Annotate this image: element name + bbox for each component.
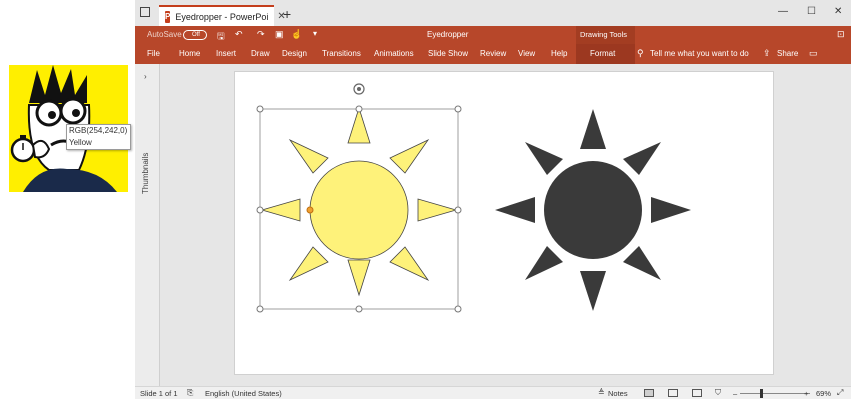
zoom-in-icon[interactable]: + bbox=[804, 389, 808, 398]
powerpoint-logo-icon: P bbox=[165, 10, 171, 23]
yellow-sun-shape[interactable] bbox=[260, 106, 458, 297]
tab-slide-show[interactable]: Slide Show bbox=[428, 49, 468, 58]
autosave-state: Off bbox=[192, 32, 200, 38]
expand-thumbnails-icon[interactable]: › bbox=[144, 72, 147, 81]
tab-review[interactable]: Review bbox=[480, 49, 506, 58]
color-tooltip: RGB(254,242,0) Yellow bbox=[66, 124, 131, 150]
share-icon[interactable]: ⇪ bbox=[763, 48, 771, 59]
powerpoint-window: P Eyedropper - PowerPoi ✕ + — ☐ ✕ AutoSa… bbox=[135, 0, 851, 399]
save-icon[interactable]: 🖫 bbox=[217, 29, 225, 45]
thumbnail-pane[interactable]: › Thumbnails bbox=[135, 64, 160, 386]
ribbon-tabs: File Home Insert Draw Design Transitions… bbox=[135, 44, 851, 64]
quick-access-bar: AutoSave Off 🖫 ↶ ↷ ▣ ☝ ▾ Eyedropper Draw… bbox=[135, 26, 851, 64]
zoom-slider-thumb[interactable] bbox=[760, 389, 763, 398]
slideshow-icon[interactable]: ⛉ bbox=[715, 388, 721, 398]
tab-home[interactable]: Home bbox=[179, 49, 200, 58]
left-background bbox=[0, 0, 135, 399]
share-button[interactable]: Share bbox=[777, 49, 798, 58]
document-title: Eyedropper bbox=[427, 30, 469, 39]
slide-sorter-icon[interactable] bbox=[668, 389, 678, 397]
drawing-tools-label: Drawing Tools bbox=[580, 30, 627, 39]
tab-animations[interactable]: Animations bbox=[374, 49, 414, 58]
notes-icon[interactable]: ≜ bbox=[598, 388, 605, 397]
document-tab[interactable]: P Eyedropper - PowerPoi ✕ bbox=[159, 5, 286, 26]
autosave-label: AutoSave bbox=[147, 30, 182, 39]
tooltip-rgb: RGB(254,242,0) bbox=[69, 126, 128, 135]
tab-file[interactable]: File bbox=[147, 49, 160, 58]
tab-draw[interactable]: Draw bbox=[251, 49, 270, 58]
zoom-slider[interactable] bbox=[740, 393, 810, 394]
tooltip-color-name: Yellow bbox=[69, 138, 92, 147]
tell-me-box[interactable]: Tell me what you want to do bbox=[650, 49, 749, 58]
tab-switch-icon[interactable] bbox=[140, 7, 150, 17]
tab-insert[interactable]: Insert bbox=[216, 49, 236, 58]
ribbon-display-options-icon[interactable]: ⊡ bbox=[837, 29, 845, 40]
minimize-icon[interactable]: — bbox=[778, 6, 788, 17]
new-tab-icon[interactable]: + bbox=[283, 6, 291, 22]
spell-check-icon[interactable]: ⎘ bbox=[187, 388, 193, 398]
touch-mode-icon[interactable]: ☝ bbox=[291, 29, 302, 40]
start-from-beginning-icon[interactable]: ▣ bbox=[275, 29, 284, 40]
tab-view[interactable]: View bbox=[518, 49, 535, 58]
search-icon[interactable]: ⚲ bbox=[637, 48, 644, 59]
tab-design[interactable]: Design bbox=[282, 49, 307, 58]
title-tab-bar: P Eyedropper - PowerPoi ✕ + — ☐ ✕ bbox=[135, 0, 851, 26]
language-status[interactable]: English (United States) bbox=[205, 389, 282, 398]
close-window-icon[interactable]: ✕ bbox=[834, 6, 842, 17]
dark-sun-shape[interactable] bbox=[495, 109, 691, 311]
redo-icon[interactable]: ↷ bbox=[257, 29, 265, 40]
maximize-icon[interactable]: ☐ bbox=[807, 6, 816, 17]
comments-icon[interactable]: ▭ bbox=[809, 48, 818, 59]
normal-view-icon[interactable] bbox=[644, 389, 654, 397]
tab-help[interactable]: Help bbox=[551, 49, 567, 58]
slide-counter: Slide 1 of 1 bbox=[140, 389, 178, 398]
slide-content bbox=[256, 83, 691, 313]
zoom-out-icon[interactable]: – bbox=[733, 389, 737, 398]
fit-to-window-icon[interactable]: ⤢ bbox=[837, 388, 843, 398]
slide-canvas[interactable] bbox=[234, 71, 774, 375]
reading-view-icon[interactable] bbox=[692, 389, 702, 397]
document-tab-title: Eyedropper - PowerPoi bbox=[175, 11, 269, 22]
status-bar: Slide 1 of 1 ⎘ English (United States) ≜… bbox=[135, 386, 851, 399]
tab-format[interactable]: Format bbox=[590, 49, 615, 58]
tab-transitions[interactable]: Transitions bbox=[322, 49, 361, 58]
zoom-level[interactable]: 69% bbox=[816, 389, 831, 398]
notes-button[interactable]: Notes bbox=[608, 389, 628, 398]
autosave-toggle[interactable]: Off bbox=[183, 30, 207, 40]
thumbnails-label: Thumbnails bbox=[141, 152, 150, 194]
customize-toolbar-icon[interactable]: ▾ bbox=[313, 29, 317, 38]
undo-icon[interactable]: ↶ bbox=[235, 29, 243, 40]
